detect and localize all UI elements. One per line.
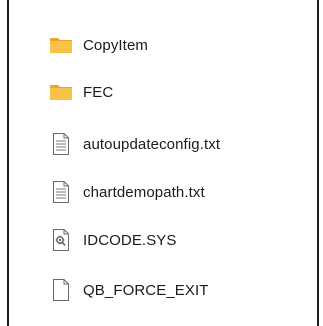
folder-icon [49, 33, 73, 57]
file-list: CopyItem FEC autoupdateconfig.txt chartd… [9, 0, 317, 326]
list-item-copyitem[interactable]: CopyItem [49, 32, 148, 58]
list-item-label: QB_FORCE_EXIT [83, 281, 209, 299]
list-item-label: autoupdateconfig.txt [83, 135, 221, 153]
list-item-fec[interactable]: FEC [49, 79, 113, 105]
folder-icon [49, 80, 73, 104]
list-item-label: CopyItem [83, 36, 148, 54]
explorer-file-list-window: CopyItem FEC autoupdateconfig.txt chartd… [0, 0, 323, 326]
list-item-label: IDCODE.SYS [83, 231, 177, 249]
blank-file-icon [49, 278, 73, 302]
list-item-label: FEC [83, 83, 114, 101]
text-file-icon [49, 132, 73, 156]
list-item-autoupdateconfig-txt[interactable]: autoupdateconfig.txt [49, 131, 220, 157]
system-file-icon [49, 228, 73, 252]
list-item-label: chartdemopath.txt [83, 183, 205, 201]
text-file-icon [49, 180, 73, 204]
list-item-qb-force-exit[interactable]: QB_FORCE_EXIT [49, 277, 209, 303]
list-item-idcode-sys[interactable]: IDCODE.SYS [49, 227, 177, 253]
window-border-right [317, 0, 319, 326]
list-item-chartdemopath-txt[interactable]: chartdemopath.txt [49, 179, 205, 205]
